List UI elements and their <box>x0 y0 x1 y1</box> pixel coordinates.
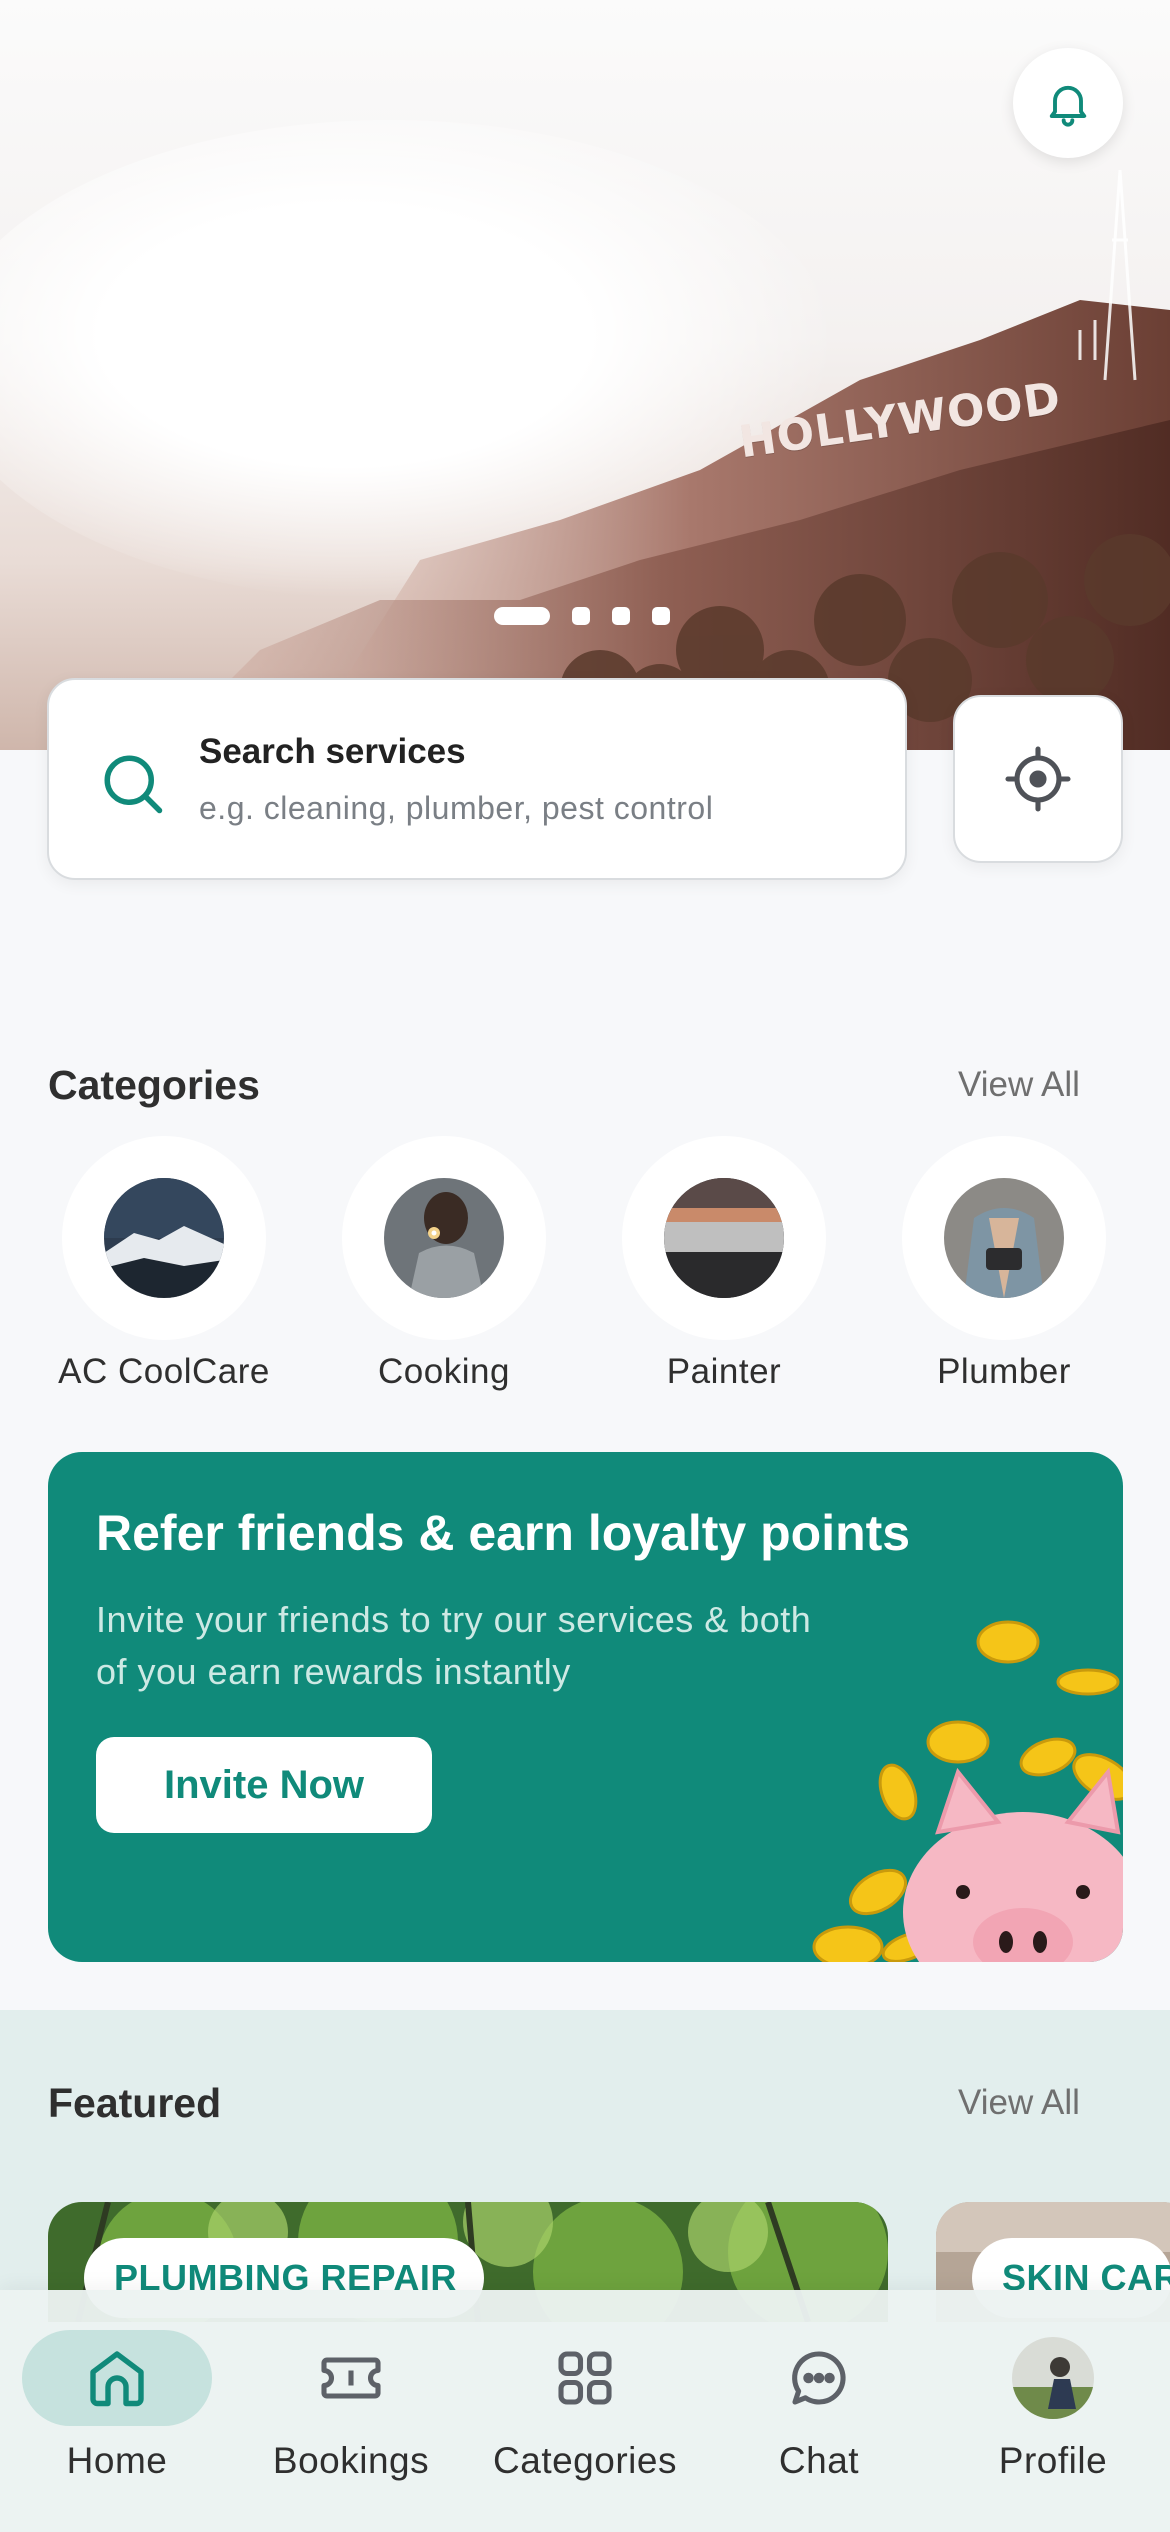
invite-now-button[interactable]: Invite Now <box>96 1737 432 1833</box>
nav-icon-wrap <box>958 2330 1148 2426</box>
hero-hills-image <box>160 169 1170 750</box>
category-label: AC CoolCare <box>58 1352 270 1391</box>
category-item[interactable]: Cooking <box>329 1136 559 1396</box>
search-bar[interactable]: Search services e.g. cleaning, plumber, … <box>47 678 907 880</box>
search-input[interactable]: e.g. cleaning, plumber, pest control <box>199 790 713 827</box>
search-icon <box>104 755 163 814</box>
carousel-dot[interactable] <box>612 607 630 625</box>
categories-title: Categories <box>48 1062 260 1108</box>
nav-label: Bookings <box>272 2440 430 2481</box>
piggy-bank-illustration <box>812 1620 1123 1962</box>
bottom-nav: Home Bookings Categories Chat Profile <box>0 2290 1170 2532</box>
nav-item-categories[interactable]: Categories <box>475 2330 695 2500</box>
nav-icon-wrap <box>490 2330 680 2426</box>
carousel-dot[interactable] <box>572 607 590 625</box>
locate-button[interactable] <box>953 695 1123 863</box>
category-image <box>664 1178 784 1298</box>
nav-label: Chat <box>778 2440 860 2481</box>
nav-label: Profile <box>998 2440 1108 2481</box>
nav-item-profile[interactable]: Profile <box>943 2330 1163 2500</box>
category-image <box>944 1178 1064 1298</box>
category-label: Cooking <box>378 1352 510 1391</box>
bell-icon <box>1049 85 1087 127</box>
category-thumb <box>622 1136 826 1340</box>
search-title: Search services <box>199 732 466 771</box>
featured-view-all-link[interactable]: View All <box>958 2083 1080 2123</box>
nav-item-chat[interactable]: Chat <box>709 2330 929 2500</box>
category-thumb <box>342 1136 546 1340</box>
category-thumb <box>902 1136 1106 1340</box>
nav-label: Categories <box>493 2440 677 2481</box>
categories-view-all-link[interactable]: View All <box>958 1065 1080 1105</box>
category-thumb <box>62 1136 266 1340</box>
nav-label: Home <box>66 2440 168 2481</box>
nav-icon-wrap <box>256 2330 446 2426</box>
category-item[interactable]: Plumber <box>889 1136 1119 1396</box>
category-image <box>384 1178 504 1298</box>
nav-icon-wrap <box>724 2330 914 2426</box>
nav-active-indicator <box>22 2330 212 2426</box>
nav-item-bookings[interactable]: Bookings <box>241 2330 461 2500</box>
avatar <box>1012 2337 1094 2419</box>
chat-icon <box>792 2351 846 2405</box>
category-item[interactable]: Painter <box>609 1136 839 1396</box>
hero-banner[interactable]: HOLLYWOOD <box>0 0 1170 750</box>
carousel-dot[interactable] <box>652 607 670 625</box>
carousel-dot[interactable] <box>494 607 550 625</box>
category-item[interactable]: AC CoolCare <box>49 1136 279 1396</box>
category-image <box>104 1178 224 1298</box>
notification-button[interactable] <box>1013 48 1123 158</box>
carousel-indicator <box>494 607 670 625</box>
home-icon <box>90 2351 144 2407</box>
grid-icon <box>558 2351 612 2405</box>
refer-banner[interactable]: Refer friends & earn loyalty points Invi… <box>48 1452 1123 1962</box>
nav-item-home[interactable]: Home <box>7 2330 227 2500</box>
category-label: Plumber <box>937 1352 1071 1391</box>
category-label: Painter <box>666 1352 782 1391</box>
ticket-icon <box>321 2357 381 2399</box>
featured-title: Featured <box>48 2080 222 2126</box>
crosshair-icon <box>1005 746 1071 812</box>
